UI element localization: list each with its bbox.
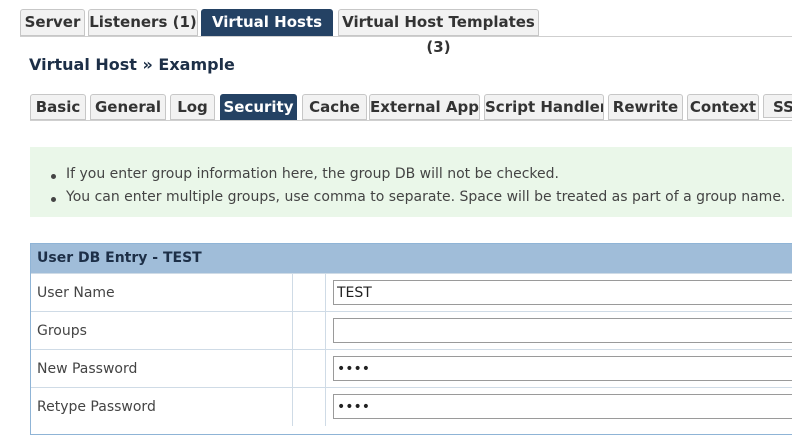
groups-label: Groups: [31, 312, 293, 350]
tab-general[interactable]: General: [90, 94, 166, 120]
page-title: Virtual Host » Example: [29, 55, 235, 74]
user-name-input[interactable]: [333, 280, 792, 305]
info-item: You can enter multiple groups, use comma…: [50, 189, 786, 205]
sub-tab-divider: [30, 120, 792, 121]
top-tab-divider: [20, 36, 792, 37]
help-cell: [293, 274, 326, 312]
help-cell: [293, 312, 326, 350]
info-item: If you enter group information here, the…: [51, 166, 559, 182]
tab-virtual-hosts[interactable]: Virtual Hosts (1): [201, 9, 333, 56]
tab-server[interactable]: Server: [20, 9, 85, 36]
tab-script-handler[interactable]: Script Handler: [484, 94, 604, 120]
tab-cache[interactable]: Cache: [302, 94, 367, 120]
tab-listeners[interactable]: Listeners (1): [88, 9, 198, 36]
retype-password-label: Retype Password: [31, 388, 293, 426]
new-password-input[interactable]: [333, 356, 792, 381]
retype-password-input[interactable]: [333, 394, 792, 419]
table-row: User Name: [31, 273, 792, 312]
tab-external-app[interactable]: External App: [369, 94, 480, 120]
tab-log[interactable]: Log: [170, 94, 215, 120]
new-password-label: New Password: [31, 350, 293, 388]
user-name-label: User Name: [31, 274, 293, 312]
tab-ssl[interactable]: SS: [763, 94, 792, 118]
table-row: Groups: [31, 311, 792, 350]
user-db-table: User DB Entry - TEST User Name Groups Ne…: [30, 243, 792, 435]
help-cell: [293, 350, 326, 388]
info-box: If you enter group information here, the…: [30, 147, 792, 217]
groups-input[interactable]: [333, 318, 792, 343]
table-row: Retype Password: [31, 387, 792, 426]
help-cell: [293, 388, 326, 426]
tab-security[interactable]: Security: [220, 94, 297, 120]
tab-context[interactable]: Context: [687, 94, 759, 120]
tab-virtual-host-templates[interactable]: Virtual Host Templates (3): [338, 9, 539, 56]
table-header: User DB Entry - TEST: [31, 244, 792, 273]
table-row: New Password: [31, 349, 792, 388]
tab-rewrite[interactable]: Rewrite: [608, 94, 683, 120]
tab-basic[interactable]: Basic: [30, 94, 86, 120]
